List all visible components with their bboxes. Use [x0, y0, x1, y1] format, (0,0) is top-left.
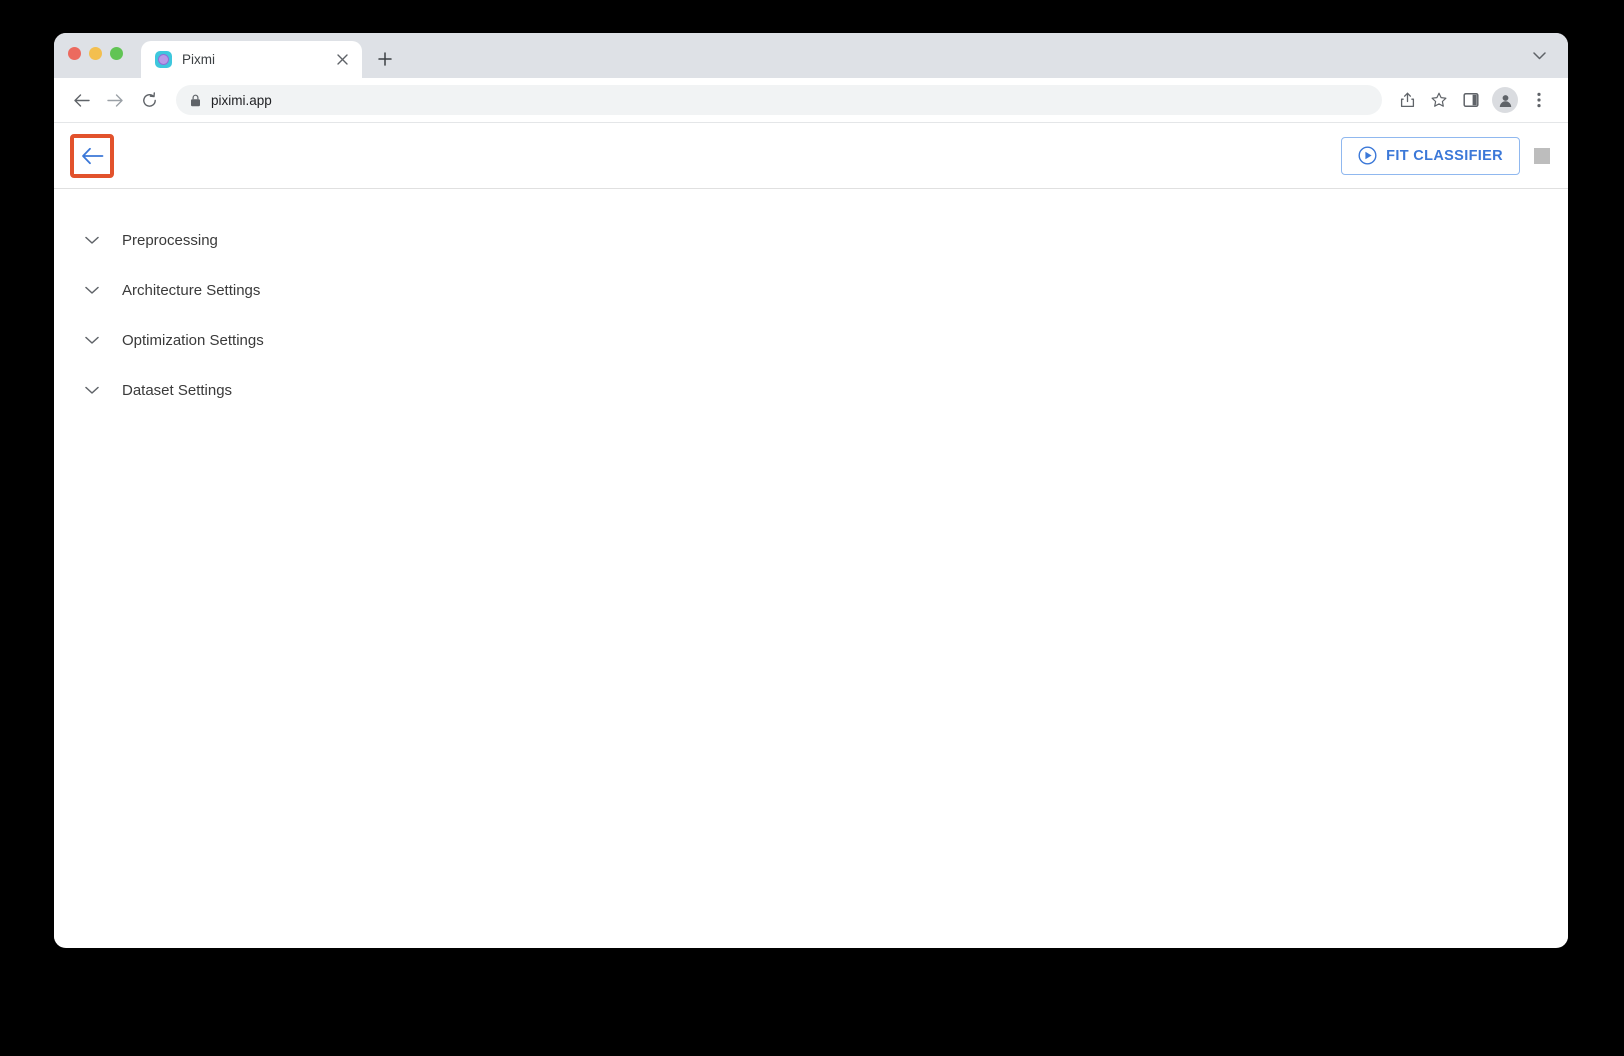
back-arrow-button[interactable] [70, 133, 114, 178]
accordion-item-preprocessing[interactable]: Preprocessing [54, 215, 1568, 265]
accordion-item-dataset-settings[interactable]: Dataset Settings [54, 365, 1568, 415]
stop-button[interactable] [1534, 147, 1550, 164]
share-icon[interactable] [1392, 85, 1422, 115]
reload-icon[interactable] [134, 85, 164, 115]
browser-tab[interactable]: Pixmi [141, 41, 362, 78]
url-text: piximi.app [211, 92, 272, 108]
settings-accordion: Preprocessing Architecture Settings Opti… [54, 189, 1568, 415]
star-icon[interactable] [1424, 85, 1454, 115]
chevron-down-icon [82, 230, 102, 250]
app-toolbar: FIT CLASSIFIER [54, 123, 1568, 189]
window-zoom-button[interactable] [110, 47, 123, 60]
side-panel-icon[interactable] [1456, 85, 1486, 115]
accordion-label: Dataset Settings [122, 381, 233, 399]
lock-icon [190, 94, 201, 107]
screenshot-root: Pixmi piximi.app FIT CLASSIFIER Preproce… [0, 0, 1624, 1056]
accordion-label: Optimization Settings [122, 331, 264, 349]
play-circle-icon [1358, 146, 1377, 165]
accordion-item-optimization-settings[interactable]: Optimization Settings [54, 315, 1568, 365]
chevron-down-icon [82, 280, 102, 300]
pixmi-favicon [155, 51, 172, 68]
browser-nav-bar: piximi.app [54, 78, 1568, 123]
browser-tab-strip: Pixmi [54, 33, 1568, 78]
browser-tab-title: Pixmi [182, 52, 215, 67]
accordion-label: Architecture Settings [122, 281, 261, 299]
back-arrow-icon [81, 147, 103, 164]
accordion-item-architecture-settings[interactable]: Architecture Settings [54, 265, 1568, 315]
omnibox[interactable]: piximi.app [176, 85, 1382, 115]
new-tab-button[interactable] [370, 44, 400, 74]
app-toolbar-actions: FIT CLASSIFIER [1341, 136, 1550, 175]
chevron-down-icon [82, 380, 102, 400]
fit-classifier-label: FIT CLASSIFIER [1386, 147, 1503, 164]
app-content: FIT CLASSIFIER Preprocessing Architectur… [54, 123, 1568, 947]
browser-back-icon[interactable] [66, 85, 96, 115]
fit-classifier-button[interactable]: FIT CLASSIFIER [1341, 136, 1520, 175]
kebab-menu-icon[interactable] [1524, 85, 1554, 115]
omnibox-actions [1392, 85, 1554, 115]
chevron-down-icon[interactable] [1528, 45, 1550, 67]
window-minimize-button[interactable] [89, 47, 102, 60]
pixmi-favicon-inner [158, 54, 169, 65]
chevron-down-icon [82, 330, 102, 350]
window-traffic-lights [68, 33, 141, 78]
close-icon[interactable] [332, 50, 352, 70]
window-close-button[interactable] [68, 47, 81, 60]
browser-window: Pixmi piximi.app FIT CLASSIFIER Preproce… [54, 33, 1568, 948]
browser-forward-icon[interactable] [100, 85, 130, 115]
accordion-label: Preprocessing [122, 231, 218, 249]
profile-avatar-icon[interactable] [1492, 87, 1518, 113]
